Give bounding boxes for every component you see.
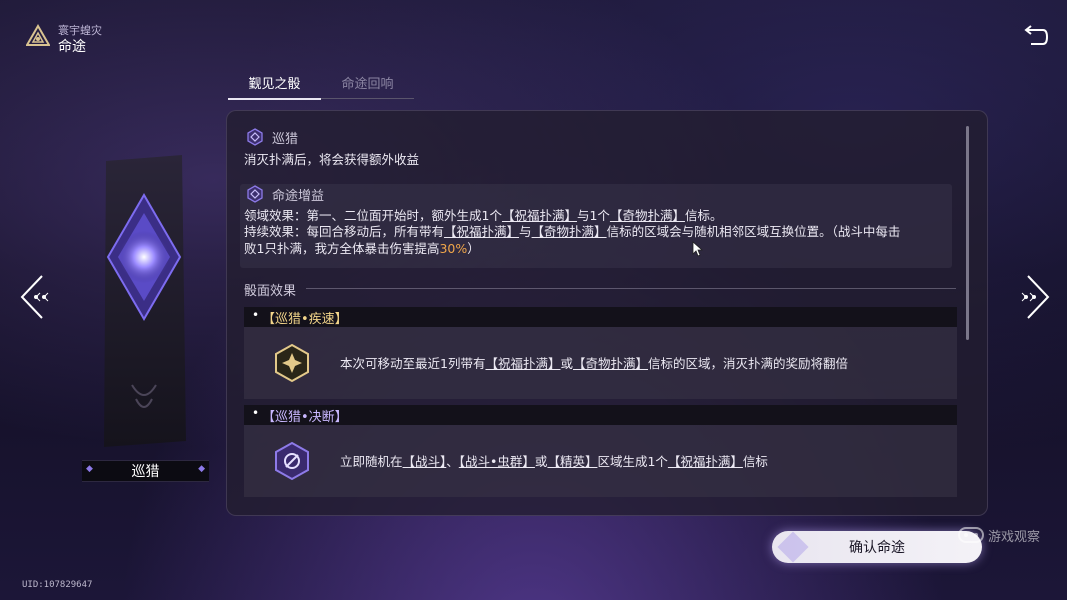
bullet-dot: • (252, 308, 260, 322)
mouse-cursor-icon (692, 241, 704, 257)
buff-label: 命途增益 (272, 189, 325, 204)
card-header-decisive: • 【巡猎•决断】 (244, 405, 957, 425)
hunt-path-icon (247, 128, 263, 146)
card-body-swift[interactable]: 本次可移动至最近1列带有【祝福扑满】或【奇物扑满】信标的区域，消灭扑满的奖励将翻… (244, 327, 957, 399)
buff-line-2-text: 持续效果：每回合移动后，所有带有 (244, 224, 445, 239)
tab-bar: 觐见之骰 命途回响 (228, 66, 414, 100)
card-text-decisive: 立即随机在【战斗】、【战斗•虫群】或【精英】区域生成1个【祝福扑满】信标 (340, 451, 768, 470)
card-text-decisive-end: 信标 (742, 454, 768, 469)
buff-line-2-mid: 与 (519, 224, 532, 239)
keyword-elite[interactable]: 【精英】 (547, 454, 597, 469)
watermark-text: 游戏观察 (988, 529, 1041, 545)
page-title: 命途 (58, 39, 86, 55)
confirm-label: 确认命途 (849, 540, 905, 556)
card-text-decisive-mid: 区域生成1个 (597, 454, 668, 469)
card-text-decisive-sep: 、 (446, 454, 459, 469)
diamond-deco-icon (777, 531, 809, 563)
keyword-blessing-piggy[interactable]: 【祝福扑满】 (485, 356, 560, 371)
uid-label: UID:107829647 (22, 580, 93, 590)
card-text-decisive-start: 立即随机在 (340, 454, 403, 469)
card-text-swift: 本次可移动至最近1列带有【祝福扑满】或【奇物扑满】信标的区域，消灭扑满的奖励将翻… (340, 353, 848, 372)
buff-line-3: 败1只扑满，我方全体暴击伤害提高30%） (244, 240, 480, 257)
card-text-decisive-or: 或 (534, 454, 548, 469)
bullet-dot: • (252, 406, 260, 420)
buff-icon (247, 185, 263, 203)
buff-line-2-end: 信标的区域会与随机相邻区域互换位置。（战斗中每击 (606, 224, 901, 239)
card-body-decisive[interactable]: 立即随机在【战斗】、【战斗•虫群】或【精英】区域生成1个【祝福扑满】信标 (244, 425, 957, 497)
purple-target-hex-icon (275, 441, 309, 481)
divider (306, 288, 956, 289)
card-text-swift-start: 本次可移动至最近1列带有 (340, 356, 486, 371)
keyword-blessing-piggy[interactable]: 【祝福扑满】 (502, 208, 577, 223)
keyword-blessing-piggy[interactable]: 【祝福扑满】 (444, 224, 519, 239)
buff-line-2: 持续效果：每回合移动后，所有带有【祝福扑满】与【奇物扑满】信标的区域会与随机相邻… (244, 223, 900, 240)
diamond-icon: ◆ (198, 464, 205, 474)
keyword-combat-swarm[interactable]: 【战斗•虫群】 (459, 454, 535, 469)
path-description: 消灭扑满后，将会获得额外收益 (244, 152, 420, 167)
prev-path-arrow-icon[interactable] (18, 274, 58, 320)
card-title-decisive: 【巡猎•决断】 (262, 410, 348, 425)
dice-faces-label: 骰面效果 (244, 284, 297, 299)
keyword-curio-piggy[interactable]: 【奇物扑满】 (573, 356, 648, 371)
pillar-name-text: 巡猎 (131, 464, 160, 480)
tab-path-echo[interactable]: 命途回响 (321, 66, 414, 99)
crit-bonus-value: 30% (439, 241, 468, 256)
keyword-curio-piggy[interactable]: 【奇物扑满】 (610, 208, 685, 223)
scrollbar[interactable] (966, 126, 969, 340)
gamepad-icon (958, 527, 984, 543)
path-pillar-art (104, 155, 186, 447)
buff-line-3-end: ） (467, 241, 480, 256)
next-path-arrow-icon[interactable] (1012, 274, 1052, 320)
tab-dice[interactable]: 觐见之骰 (228, 66, 321, 100)
path-name: 巡猎 (272, 132, 299, 147)
card-header-swift: • 【巡猎•疾速】 (244, 307, 957, 327)
card-text-swift-end: 信标的区域，消灭扑满的奖励将翻倍 (648, 356, 849, 371)
keyword-curio-piggy[interactable]: 【奇物扑满】 (532, 224, 607, 239)
triangle-emblem-icon (26, 24, 50, 46)
gold-star-hex-icon (275, 343, 309, 383)
card-text-swift-or: 或 (560, 356, 573, 371)
watermark: 游戏观察 (958, 522, 1058, 548)
back-arrow-icon[interactable] (1021, 24, 1049, 50)
buff-line-1-mid: 与1个 (576, 208, 610, 223)
keyword-combat[interactable]: 【战斗】 (403, 454, 447, 469)
pillar-name-label: ◆ 巡猎 ◆ (82, 460, 209, 482)
confirm-path-button[interactable]: 确认命途 (772, 531, 982, 563)
buff-line-1-text: 领域效果：第一、二位面开始时，额外生成1个 (244, 208, 502, 223)
buff-line-3-text: 败1只扑满，我方全体暴击伤害提高 (244, 241, 440, 256)
buff-line-1: 领域效果：第一、二位面开始时，额外生成1个【祝福扑满】与1个【奇物扑满】信标。 (244, 207, 722, 224)
diamond-icon: ◆ (86, 464, 93, 474)
buff-line-1-end: 信标。 (684, 208, 723, 223)
keyword-blessing-piggy[interactable]: 【祝福扑满】 (668, 454, 743, 469)
card-title-swift: 【巡猎•疾速】 (262, 312, 348, 327)
